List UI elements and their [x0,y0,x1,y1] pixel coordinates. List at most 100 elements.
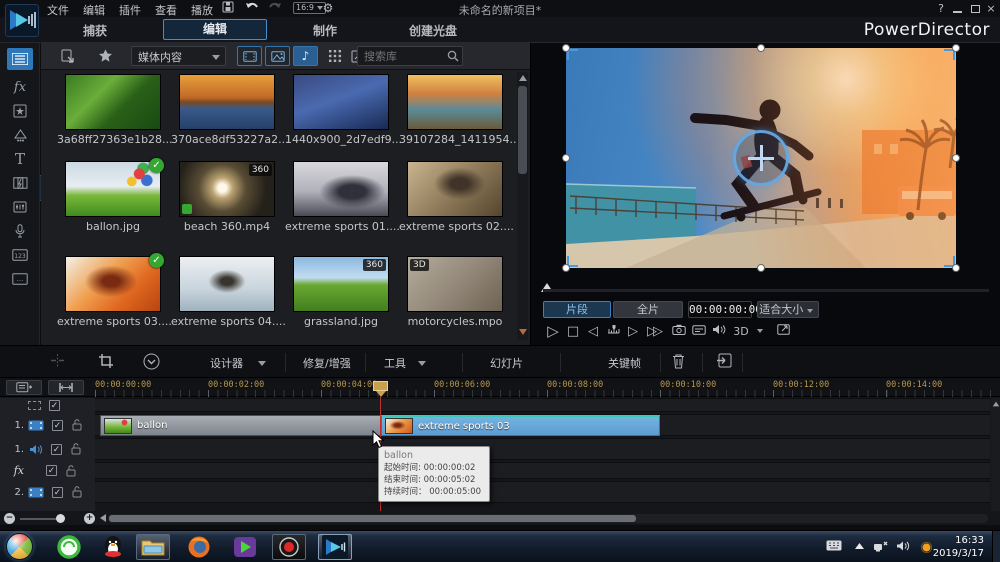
chapter-room-icon[interactable]: 123 [7,244,33,266]
audio-track1-header[interactable]: 1. ✓ [0,438,95,460]
media-item[interactable]: 39107284_1411954... [399,74,511,146]
fx-track-header[interactable]: fx ✓ [0,462,95,479]
media-item[interactable]: 370ace8df53227a2... [171,74,283,146]
designer-dropdown-icon[interactable] [258,361,266,366]
track-enable-checkbox[interactable]: ✓ [51,444,62,455]
media-item[interactable]: extreme sports 02.... [399,161,511,233]
media-item[interactable]: 3D motorcycles.mpo [399,256,511,328]
timeline-clip-extreme-sports-03[interactable]: extreme sports 03 [381,415,660,436]
resize-handle-ne[interactable] [952,44,960,52]
preview-canvas[interactable] [566,48,956,268]
save-icon[interactable] [222,1,238,15]
tray-expand-icon[interactable] [855,543,864,549]
clip-options-icon[interactable] [143,353,160,370]
track-enable-checkbox[interactable]: ✓ [49,400,60,411]
video-track1-header[interactable]: 1. ✓ [0,414,95,436]
subtitle-track-lane[interactable] [95,398,990,412]
tab-edit[interactable]: 编辑 [163,19,267,40]
clip-mode-button[interactable]: 片段 [543,301,611,318]
scroll-up-icon[interactable] [519,75,527,81]
media-item[interactable]: ✓ ballon.jpg [57,161,169,233]
track-lock-icon[interactable] [71,443,81,455]
tools-dropdown-icon[interactable] [418,361,426,366]
resize-handle-w[interactable] [562,154,570,162]
zoom-out-button[interactable]: − [4,513,15,524]
browser-360-icon[interactable] [52,534,86,560]
undo-icon[interactable] [245,1,261,15]
track-enable-checkbox[interactable]: ✓ [52,420,63,431]
delete-trash-icon[interactable] [672,353,685,369]
fix-enhance-button[interactable]: 修复/增强 [303,355,351,371]
timeline-clip-ballon[interactable]: ballon [100,415,381,436]
fx-track-lane[interactable] [95,462,990,479]
tools-button[interactable]: 工具 [384,355,406,371]
firefox-icon[interactable] [182,534,216,560]
file-explorer-icon[interactable] [136,534,170,560]
import-media-icon[interactable] [55,46,79,66]
redo-icon[interactable] [268,1,284,15]
zoom-in-button[interactable]: + [84,513,95,524]
tab-produce[interactable]: 制作 [313,22,337,39]
next-frame-button[interactable]: ▷ [623,324,643,339]
designer-button[interactable]: 设计器 [210,355,243,371]
network-icon[interactable] [873,540,888,552]
filter-video-icon[interactable] [237,46,262,66]
filter-photo-icon[interactable] [265,46,290,66]
filter-music-icon[interactable]: ♪ [293,46,318,66]
scroll-left-icon[interactable] [100,514,106,522]
zoom-slider-knob[interactable] [56,514,65,523]
ime-keyboard-icon[interactable] [826,540,842,551]
scroll-down-icon[interactable] [519,329,527,335]
library-scrollbar[interactable] [517,72,528,340]
track-enable-checkbox[interactable]: ✓ [46,465,57,476]
snapshot-camera-icon[interactable] [669,324,689,339]
view-grid-icon[interactable] [325,46,345,66]
media-item[interactable]: 1440x900_2d7edf9... [285,74,397,146]
timeline-vscrollbar[interactable] [991,398,1000,511]
track-lock-icon[interactable] [72,486,82,498]
volume-speaker-icon[interactable] [709,324,729,339]
resize-handle-e[interactable] [952,154,960,162]
resize-handle-nw[interactable] [562,44,570,52]
video-track2-lane[interactable] [95,481,990,503]
range-select-icon[interactable] [48,380,84,395]
pip-objects-room-icon[interactable] [7,100,33,122]
media-player-icon[interactable] [228,534,262,560]
restore-button[interactable] [971,5,980,13]
media-item[interactable]: 3a68ff27363e1b28... [57,74,169,146]
threed-toggle[interactable]: 3D [729,325,753,338]
preview-seekbar[interactable] [543,289,989,292]
threed-dropdown-icon[interactable] [757,329,763,333]
media-item[interactable]: 360 beach 360.mp4 [171,161,283,233]
step-button[interactable] [603,324,623,339]
keyframe-button[interactable]: 关键帧 [608,355,641,371]
preview-quality-icon[interactable] [689,324,709,339]
track-lock-icon[interactable] [72,419,82,431]
tab-capture[interactable]: 捕获 [83,22,107,39]
close-button[interactable]: × [984,2,998,15]
track-lock-icon[interactable] [66,465,76,477]
particle-room-icon[interactable] [7,124,33,146]
audio-track1-lane[interactable] [95,438,990,460]
settings-gear-icon[interactable]: ⚙ [320,1,336,15]
movie-mode-button[interactable]: 全片 [613,301,683,318]
split-clip-icon[interactable] [50,353,65,368]
voiceover-room-icon[interactable] [7,220,33,242]
playhead-marker[interactable] [373,381,388,391]
trim-icon[interactable] [98,353,114,369]
timecode-display[interactable]: 00:00:00:00 [688,301,752,318]
play-button[interactable]: ▷ [543,322,563,340]
library-menu-icon[interactable] [93,46,117,66]
menu-file[interactable]: 文件 [47,2,69,18]
track-manager-icon[interactable] [6,380,42,395]
content-filter-dropdown[interactable]: 媒体内容 [131,46,226,66]
resize-handle-s[interactable] [757,264,765,272]
stop-button[interactable]: □ [563,324,583,339]
audio-mixing-room-icon[interactable] [7,196,33,218]
undock-window-icon[interactable] [773,324,793,339]
move-target-icon[interactable] [733,130,789,186]
tray-volume-icon[interactable] [896,540,910,552]
export-to-room-icon[interactable] [716,353,732,368]
media-item[interactable]: 360 grassland.jpg [285,256,397,328]
subtitle-track-header[interactable]: ✓ [0,398,95,412]
